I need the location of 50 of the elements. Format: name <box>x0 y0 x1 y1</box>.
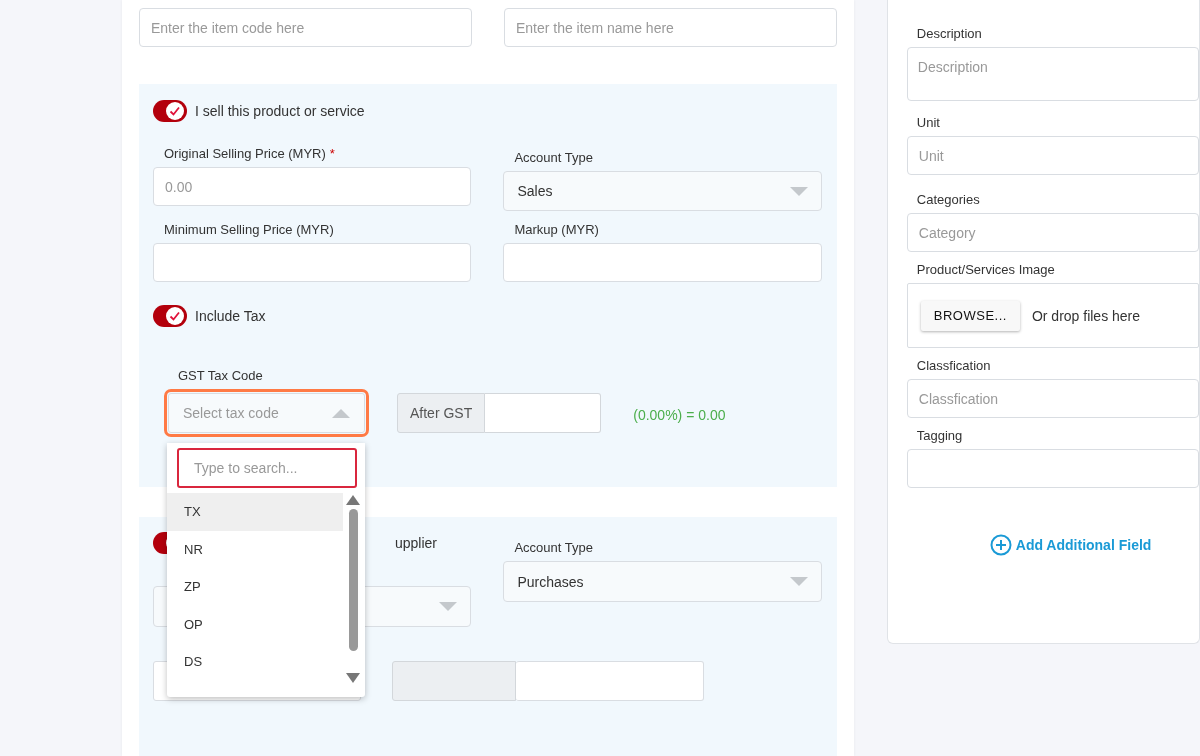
file-drop-zone[interactable]: BROWSE... Or drop files here <box>906 283 1199 348</box>
dropdown-option[interactable]: DS <box>167 643 343 681</box>
toggle-label: Include Tax <box>195 308 266 324</box>
caret-icon <box>332 408 350 418</box>
toggle-switch[interactable] <box>153 100 187 122</box>
field-label: Classfication <box>916 358 992 373</box>
select-field[interactable]: Sales <box>503 171 822 211</box>
field-label: Description <box>916 26 983 41</box>
scrollbar-thumb[interactable] <box>348 509 358 651</box>
scroll-down-icon[interactable] <box>346 673 360 683</box>
input-field[interactable] <box>485 393 602 433</box>
input-field[interactable]: Unit <box>906 136 1199 175</box>
input-field[interactable]: 0.00 <box>153 167 472 206</box>
text-area[interactable]: Description <box>906 47 1199 101</box>
field-label: GST Tax Code <box>178 368 264 383</box>
field-label: Account Type <box>514 540 594 555</box>
field-label: Markup (MYR) <box>514 222 600 237</box>
input-field[interactable]: Enter the item name here <box>503 8 837 47</box>
field-label: Original Selling Price (MYR) * <box>164 146 336 161</box>
dropdown-option[interactable]: OP <box>167 605 343 643</box>
field-label: Tagging <box>916 428 964 443</box>
plus-circle-icon <box>989 534 1012 556</box>
caret-icon <box>789 186 808 196</box>
search-field[interactable]: Type to search... <box>177 448 357 488</box>
dropdown-option[interactable]: TX <box>167 493 343 531</box>
scroll-up-icon[interactable] <box>346 495 360 505</box>
field-label: Account Type <box>514 150 594 165</box>
dropdown-option[interactable]: NR <box>167 530 343 568</box>
select-field[interactable]: Purchases <box>503 561 822 602</box>
dropdown-option[interactable]: ZP <box>167 568 343 606</box>
toggle-label: I sell this product or service <box>195 103 365 119</box>
drop-hint: Or drop files here <box>1031 307 1141 324</box>
field-label: Unit <box>916 115 941 130</box>
input-addon: After GST <box>397 393 486 433</box>
browse-button[interactable]: BROWSE... <box>920 300 1020 331</box>
input-field[interactable] <box>503 243 822 282</box>
toggle-label: upplier <box>395 535 438 551</box>
input-field[interactable] <box>906 449 1199 488</box>
input-field[interactable] <box>516 661 704 701</box>
input-field[interactable]: Enter the item code here <box>139 8 472 47</box>
caret-icon <box>439 602 458 611</box>
input-field[interactable]: Category <box>906 213 1199 252</box>
input-field[interactable] <box>153 243 472 282</box>
field-label: Minimum Selling Price (MYR) <box>164 222 335 237</box>
input-field[interactable]: Classfication <box>906 379 1199 418</box>
tax-result: (0.00%) = 0.00 <box>633 407 726 423</box>
caret-icon <box>789 577 808 586</box>
toggle-switch[interactable] <box>153 305 187 327</box>
field-label: Categories <box>916 192 981 207</box>
field-label: Product/Services Image <box>916 262 1056 277</box>
